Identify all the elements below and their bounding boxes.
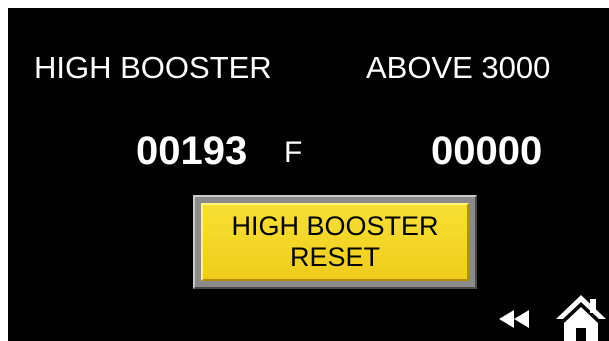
high-booster-reset-button[interactable]: HIGH BOOSTER RESET bbox=[193, 195, 477, 289]
above-3000-title: ABOVE 3000 bbox=[366, 50, 551, 85]
high-booster-unit: F bbox=[284, 136, 303, 169]
high-booster-title: HIGH BOOSTER bbox=[34, 50, 272, 85]
reset-button-label-line2: RESET bbox=[289, 242, 381, 272]
reset-button-face[interactable]: HIGH BOOSTER RESET bbox=[201, 203, 469, 281]
high-booster-value: 00193 bbox=[136, 129, 248, 173]
above-3000-value: 00000 bbox=[431, 129, 543, 173]
reset-button-label-line1: HIGH BOOSTER bbox=[231, 211, 439, 241]
home-icon[interactable] bbox=[554, 293, 608, 341]
hmi-screen: HIGH BOOSTER ABOVE 3000 00193 F 00000 HI… bbox=[8, 8, 609, 341]
double-left-arrow-icon[interactable] bbox=[497, 306, 533, 332]
